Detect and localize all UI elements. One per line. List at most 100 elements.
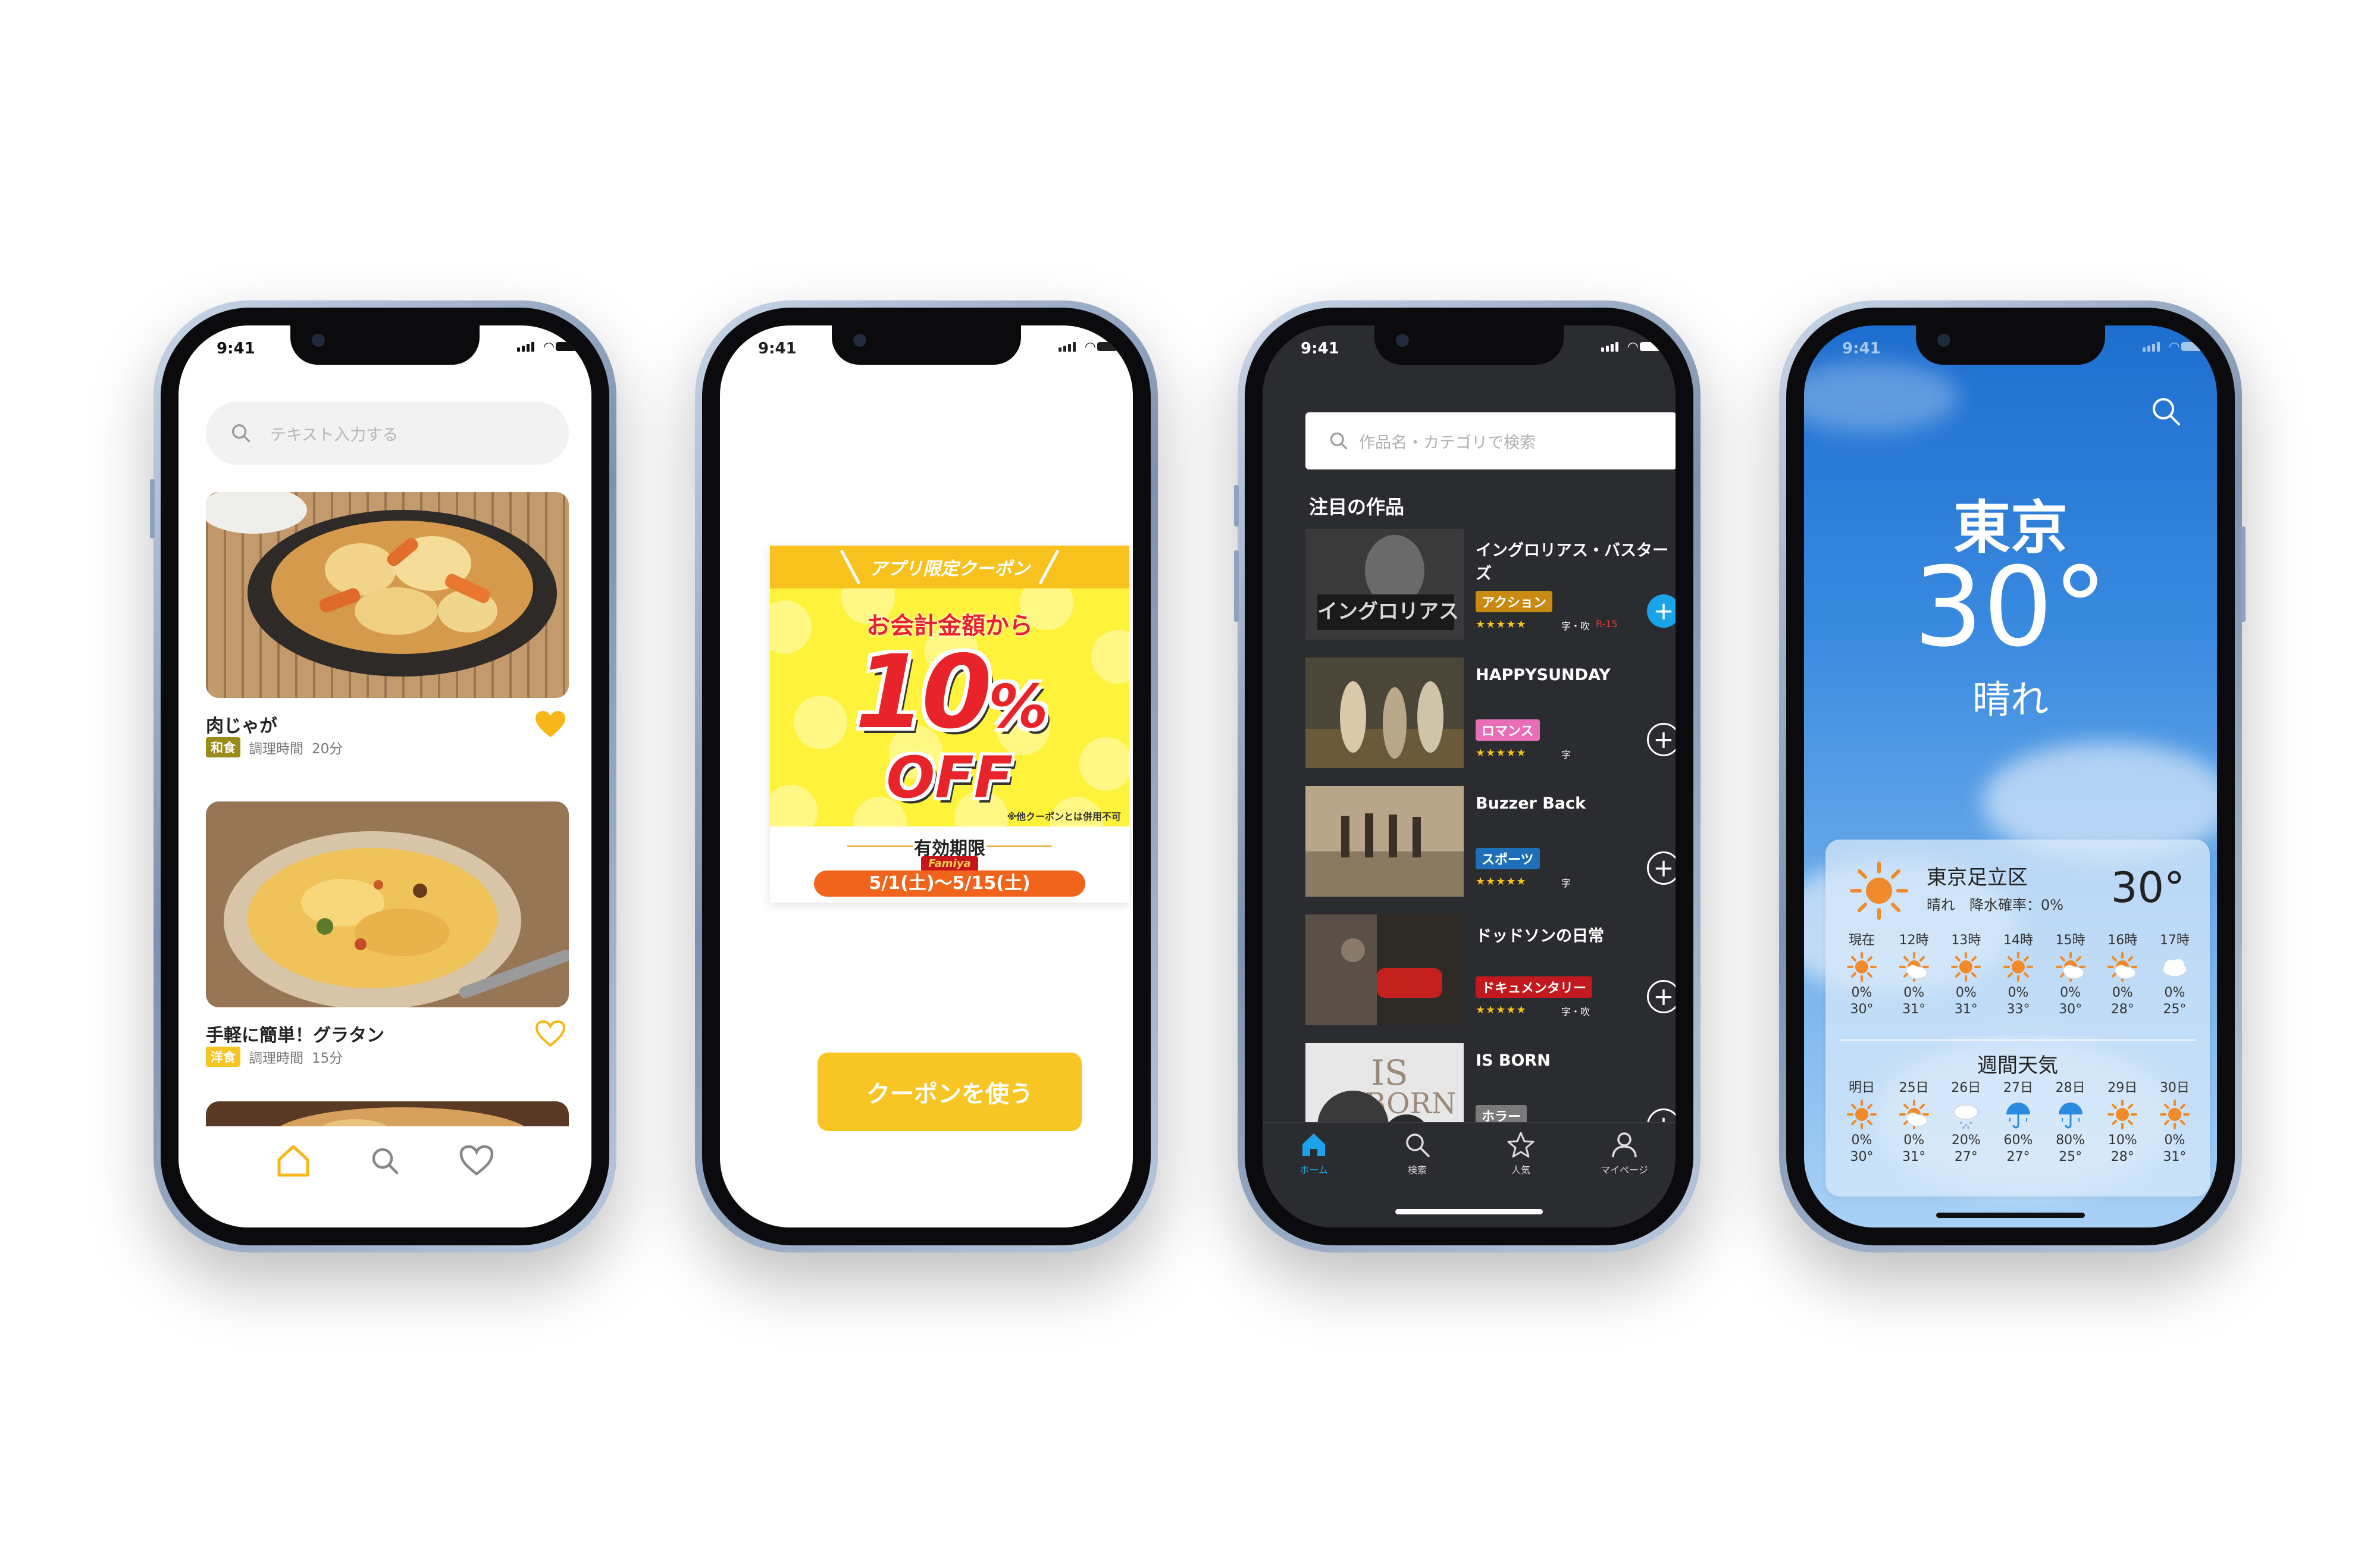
- forecast-label: 明日: [1848, 1081, 1875, 1095]
- search-input[interactable]: テキスト入力する: [206, 402, 569, 465]
- sun-icon: [1847, 1100, 1877, 1129]
- weekly-title: 週間天気: [1977, 1054, 2058, 1078]
- svg-text:イングロリアス: イングロリアス: [1317, 600, 1459, 624]
- camera: [312, 334, 325, 347]
- battery-icon: [1640, 342, 1660, 351]
- forecast-temperature: 30°: [1850, 1150, 1874, 1164]
- phone-recipe-app: 9:41 ◠ テキスト入力する 肉じゃが 和食 調理時間 20分 手軽に簡単！グ…: [150, 300, 616, 1252]
- use-coupon-button[interactable]: クーポンを使う: [818, 1053, 1082, 1131]
- forecast-label: 13時: [1951, 933, 1981, 948]
- recipe-title: 肉じゃが: [206, 716, 277, 737]
- search-icon[interactable]: [366, 1142, 404, 1180]
- movie-poster: [1305, 786, 1464, 897]
- forecast-label: 17時: [2159, 933, 2190, 948]
- expiry-date: 5/1(土)〜5/15(土): [814, 870, 1085, 897]
- forecast-label: 14時: [2003, 933, 2033, 948]
- forecast-label: 26日: [1951, 1081, 1981, 1095]
- rain-chance: 60%: [2003, 1133, 2033, 1148]
- subtitle-info: 字・吹: [1561, 621, 1590, 632]
- movie-poster: イングロリアス: [1305, 529, 1464, 640]
- forecast-cell: 12時 0% 31°: [1892, 932, 1936, 1018]
- person-icon: [1612, 1132, 1637, 1158]
- forecast-cell: 26日 20% 27°: [1944, 1080, 1988, 1166]
- add-icon[interactable]: +: [1647, 723, 1676, 756]
- phone-bezel: 9:41 ◠ 東京 30° 晴れ 東京足立区 晴れ 降水確率：0% 30° 現在…: [1786, 308, 2235, 1245]
- weekly-forecast: 明日 0% 30° 25日 0% 31° 26日 20% 27° 27日 60% 27° 28日 80% 2…: [1840, 1080, 2197, 1166]
- rain-chance: 0%: [2164, 985, 2185, 1000]
- home-icon: [1302, 1133, 1325, 1156]
- tab-label: 人気: [1511, 1164, 1530, 1176]
- battery-icon: [1097, 342, 1117, 351]
- wifi-icon: ◠: [1627, 340, 1639, 355]
- genre-tag: ドキュメンタリー: [1476, 976, 1593, 998]
- sun-cloud-icon: [1899, 1100, 1929, 1129]
- tab-home[interactable]: ホーム: [1272, 1130, 1355, 1176]
- forecast-temperature: 30°: [2059, 1002, 2082, 1017]
- tab-popular[interactable]: 人気: [1479, 1130, 1562, 1176]
- phone-bezel: 9:41 ◠ 作品名・カテゴリで検索 注目の作品 イングロリアス イングロリアス…: [1245, 308, 1693, 1245]
- recipe-card[interactable]: 手軽に簡単！グラタン 洋食 調理時間 15分: [206, 801, 569, 1067]
- movie-title: イングロリアス・バスターズ: [1476, 541, 1668, 583]
- home-icon[interactable]: [274, 1142, 312, 1180]
- tab-search[interactable]: 検索: [1376, 1130, 1459, 1176]
- forecast-temperature: 25°: [2059, 1150, 2082, 1164]
- search-placeholder: 作品名・カテゴリで検索: [1359, 433, 1536, 452]
- recipe-meta: 洋食 調理時間 15分: [206, 1047, 343, 1067]
- screen: 9:41 ◠ 作品名・カテゴリで検索 注目の作品 イングロリアス イングロリアス…: [1263, 325, 1676, 1227]
- heart-icon[interactable]: [458, 1142, 496, 1180]
- age-rating: R-15: [1596, 618, 1618, 630]
- coupon-note: ※他クーポンとは併用不可: [1007, 811, 1121, 822]
- current-condition: 晴れ: [1972, 678, 2049, 722]
- rating-stars: ★★★★★: [1476, 1004, 1527, 1016]
- forecast-cell: 28日 80% 25°: [2049, 1080, 2093, 1166]
- add-icon[interactable]: +: [1647, 980, 1676, 1013]
- rain-chance: 0%: [2112, 985, 2133, 1000]
- search-icon[interactable]: [2149, 394, 2182, 428]
- cloud-rain-icon: [1953, 1104, 1979, 1129]
- movie-item[interactable]: イングロリアス イングロリアス・バスターズ アクション ★★★★★ 字・吹 R-…: [1305, 529, 1676, 640]
- sun-icon: [1850, 862, 1908, 920]
- genre-tag: ロマンス: [1476, 719, 1540, 741]
- discount-number: 10: [854, 634, 992, 751]
- coupon-card: アプリ限定クーポン お会計金額から 10% OFF ※他クーポンとは併用不可 有…: [770, 546, 1129, 903]
- add-icon[interactable]: +: [1647, 851, 1676, 885]
- recipe-title: 手軽に簡単！グラタン: [206, 1025, 384, 1046]
- cook-time-value: 15分: [312, 1051, 343, 1066]
- side-button: [1234, 550, 1239, 622]
- discount-off: OFF: [886, 744, 1013, 811]
- status-time: 9:41: [1301, 340, 1339, 358]
- forecast-temperature: 27°: [1954, 1150, 1978, 1164]
- notch: [1916, 325, 2105, 365]
- status-time: 9:41: [758, 340, 797, 358]
- tab-mypage[interactable]: マイページ: [1583, 1130, 1666, 1176]
- tab-label: マイページ: [1601, 1164, 1648, 1176]
- rain-chance: 0%: [2008, 985, 2029, 1000]
- cook-time-value: 20分: [312, 741, 343, 757]
- subtitle-info: 字・吹: [1561, 1006, 1590, 1017]
- forecast-cell: 25日 0% 31°: [1892, 1080, 1936, 1166]
- forecast-label: 12時: [1899, 933, 1929, 948]
- forecast-temperature: 30°: [1850, 1002, 1874, 1017]
- cook-time-label: 調理時間: [249, 1051, 303, 1066]
- heart-icon[interactable]: [534, 710, 566, 740]
- umbrella-icon: [2058, 1103, 2082, 1129]
- movie-item[interactable]: Buzzer Back スポーツ ★★★★★ 字 +: [1305, 786, 1676, 897]
- sun-cloud-icon: [2107, 952, 2138, 982]
- forecast-cell: 27日 60% 27°: [1996, 1080, 2040, 1166]
- location-name: 東京足立区: [1927, 866, 2028, 890]
- camera: [1396, 334, 1409, 347]
- search-icon: [1330, 432, 1348, 450]
- heart-outline-icon[interactable]: [534, 1019, 566, 1049]
- forecast-label: 29日: [2107, 1081, 2138, 1095]
- search-input[interactable]: 作品名・カテゴリで検索: [1305, 412, 1676, 469]
- movie-item[interactable]: ドッドソンの日常 ドキュメンタリー ★★★★★ 字・吹 +: [1305, 915, 1676, 1025]
- cuisine-tag: 和食: [206, 737, 240, 757]
- movie-item[interactable]: HAPPYSUNDAY ロマンス ★★★★★ 字 +: [1305, 657, 1676, 768]
- added-icon[interactable]: +: [1647, 594, 1676, 628]
- status-time: 9:41: [1842, 340, 1881, 358]
- search-placeholder: テキスト入力する: [270, 425, 399, 444]
- recipe-meta: 和食 調理時間 20分: [206, 737, 343, 757]
- recipe-card[interactable]: 肉じゃが 和食 調理時間 20分: [206, 492, 569, 757]
- rain-chance: 0%: [1955, 985, 1977, 1000]
- forecast-temperature: 27°: [2006, 1150, 2030, 1164]
